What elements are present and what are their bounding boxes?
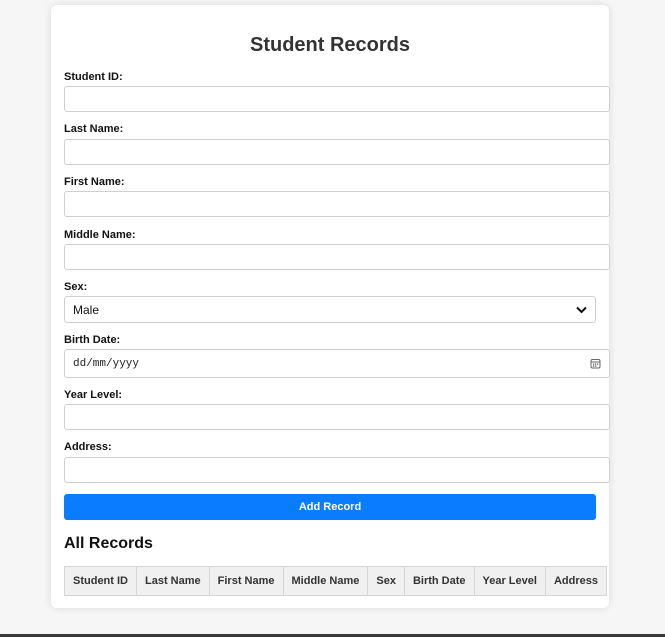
column-header-first-name: First Name	[208, 566, 284, 596]
student-records-card: Student Records Student ID: Last Name: F…	[51, 5, 610, 608]
birth-date-input[interactable]: dd/mm/yyyy	[64, 349, 610, 378]
sex-label: Sex:	[64, 281, 88, 293]
first-name-input[interactable]	[64, 191, 610, 217]
birth-date-label: Birth Date:	[64, 334, 121, 346]
chevron-down-icon	[575, 304, 587, 316]
page-title: Student Records	[249, 34, 411, 56]
column-header-birth-date: Birth Date	[403, 566, 475, 596]
column-header-last-name: Last Name	[136, 566, 210, 596]
address-label: Address:	[64, 441, 112, 453]
records-table: Student ID Last Name First Name Middle N…	[64, 566, 607, 596]
middle-name-input[interactable]	[64, 244, 610, 270]
add-record-button[interactable]: Add Record	[64, 494, 596, 520]
year-level-label: Year Level:	[64, 389, 123, 401]
table-header-row: Student ID Last Name First Name Middle N…	[64, 566, 607, 596]
last-name-input[interactable]	[64, 139, 610, 165]
column-header-address: Address	[544, 566, 607, 596]
sex-select[interactable]: Male	[64, 296, 596, 323]
column-header-sex: Sex	[367, 566, 405, 596]
column-header-student-id: Student ID	[64, 566, 137, 596]
middle-name-label: Middle Name:	[64, 229, 136, 241]
year-level-input[interactable]	[64, 404, 610, 430]
all-records-title: All Records	[64, 535, 153, 552]
birth-date-placeholder: dd/mm/yyyy	[73, 357, 140, 370]
address-input[interactable]	[64, 457, 610, 483]
column-header-middle-name: Middle Name	[282, 566, 369, 596]
student-id-label: Student ID:	[64, 71, 123, 83]
calendar-icon[interactable]	[589, 358, 601, 370]
column-header-year-level: Year Level	[473, 566, 546, 596]
last-name-label: Last Name:	[64, 123, 124, 135]
sex-selected-value: Male	[73, 302, 100, 317]
first-name-label: First Name:	[64, 176, 125, 188]
student-id-input[interactable]	[64, 86, 610, 112]
